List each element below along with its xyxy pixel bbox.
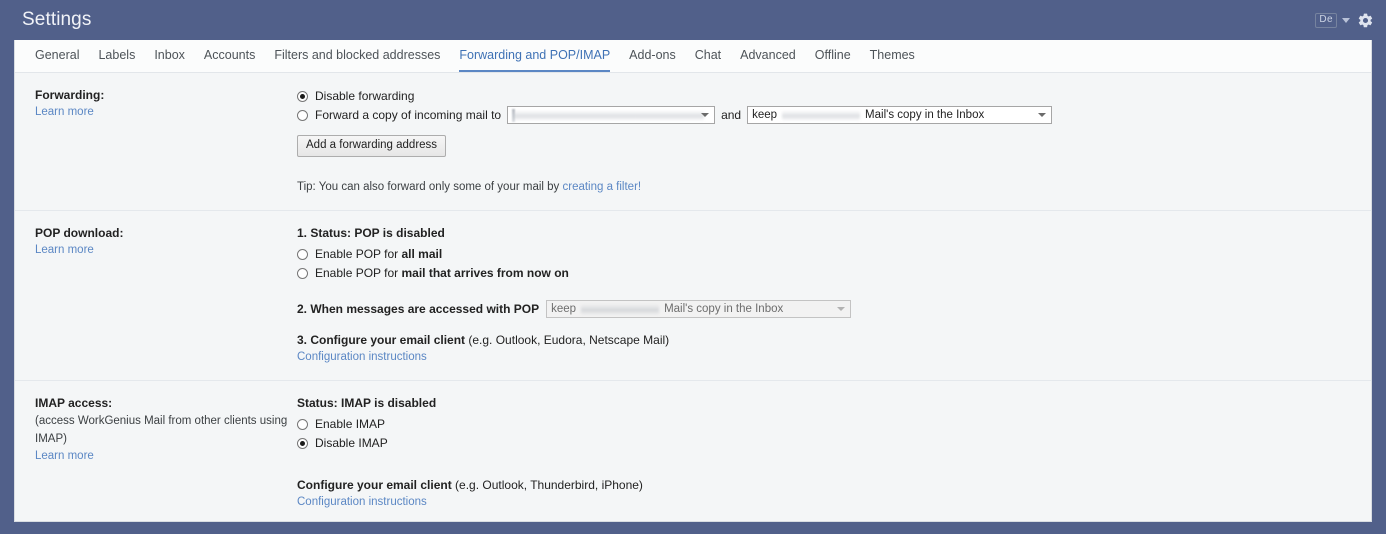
app-header: Settings De xyxy=(0,0,1386,40)
pop-download-section: POP download: Learn more 1. Status: POP … xyxy=(15,211,1371,381)
chevron-down-icon xyxy=(1038,113,1047,117)
forwarding-tip-text: Tip: You can also forward only some of y… xyxy=(297,181,563,193)
forwarding-learn-more-link[interactable]: Learn more xyxy=(35,104,94,121)
radio-disable-forwarding[interactable] xyxy=(297,90,308,102)
and-conjunction: and xyxy=(721,108,742,122)
disable-imap-option[interactable]: Disable IMAP xyxy=(297,434,1351,452)
pop-options-column: 1. Status: POP is disabled Enable POP fo… xyxy=(297,225,1371,366)
pop-label: POP download: xyxy=(35,226,124,240)
radio-disable-imap[interactable] xyxy=(297,437,308,449)
header-actions: De xyxy=(1315,12,1374,29)
forwarding-options-column: Disable forwarding Forward a copy of inc… xyxy=(297,87,1371,196)
chevron-down-icon xyxy=(701,113,710,117)
forwarding-address-value xyxy=(514,109,705,121)
disable-imap-label: Disable IMAP xyxy=(315,436,388,450)
imap-learn-more-link[interactable]: Learn more xyxy=(35,448,94,465)
creating-a-filter-link[interactable]: creating a filter! xyxy=(562,179,641,196)
tab-forwarding-and-pop-imap[interactable]: Forwarding and POP/IMAP xyxy=(459,48,611,72)
enable-imap-label: Enable IMAP xyxy=(315,417,386,431)
settings-tabs: General Labels Inbox Accounts Filters an… xyxy=(15,40,1371,73)
add-forwarding-address-button[interactable]: Add a forwarding address xyxy=(297,135,447,157)
radio-forward-copy[interactable] xyxy=(297,109,308,121)
tab-accounts[interactable]: Accounts xyxy=(204,48,255,72)
pop-label-column: POP download: Learn more xyxy=(15,225,297,366)
enable-pop-from-now-on-option[interactable]: Enable POP for mail that arrives from no… xyxy=(297,264,1351,282)
radio-enable-pop-all-mail[interactable] xyxy=(297,248,308,260)
gear-icon[interactable] xyxy=(1357,12,1374,29)
pop-learn-more-link[interactable]: Learn more xyxy=(35,242,94,259)
imap-label: IMAP access: xyxy=(35,396,113,410)
disable-forwarding-option[interactable]: Disable forwarding xyxy=(297,87,1351,105)
forwarding-label: Forwarding: xyxy=(35,88,105,102)
disable-forwarding-label: Disable forwarding xyxy=(315,89,415,103)
imap-configure-label: Configure your email client (e.g. Outloo… xyxy=(297,478,643,492)
imap-status: Status: IMAP is disabled xyxy=(297,396,437,410)
forwarding-section: Forwarding: Learn more Disable forwardin… xyxy=(15,73,1371,211)
chevron-down-icon xyxy=(837,307,846,311)
keep-copy-suffix: Mail's copy in the Inbox xyxy=(865,109,985,121)
pop-step3-label: 3. Configure your email client (e.g. Out… xyxy=(297,333,670,347)
pop-keep-copy-select[interactable]: keep Mail's copy in the Inbox xyxy=(546,300,852,318)
enable-pop-all-mail-option[interactable]: Enable POP for all mail xyxy=(297,245,1351,263)
language-chip[interactable]: De xyxy=(1315,12,1337,28)
forward-copy-label: Forward a copy of incoming mail to xyxy=(315,108,502,122)
imap-options-column: Status: IMAP is disabled Enable IMAP Dis… xyxy=(297,395,1371,511)
radio-enable-imap[interactable] xyxy=(297,418,308,430)
pop-keep-suffix: Mail's copy in the Inbox xyxy=(664,303,784,315)
keep-copy-select[interactable]: keep Mail's copy in the Inbox xyxy=(747,106,1053,124)
pop-step2-label: 2. When messages are accessed with POP xyxy=(297,301,540,316)
tab-offline[interactable]: Offline xyxy=(815,48,851,72)
imap-note: (access WorkGenius Mail from other clien… xyxy=(35,415,288,445)
tab-add-ons[interactable]: Add-ons xyxy=(629,48,676,72)
tab-labels[interactable]: Labels xyxy=(98,48,135,72)
settings-panel: General Labels Inbox Accounts Filters an… xyxy=(14,40,1372,522)
chevron-down-icon[interactable] xyxy=(1342,17,1350,23)
tab-inbox[interactable]: Inbox xyxy=(154,48,185,72)
enable-imap-option[interactable]: Enable IMAP xyxy=(297,415,1351,433)
forwarding-address-select[interactable] xyxy=(507,106,716,124)
pop-keep-brand xyxy=(581,303,660,315)
imap-access-section: IMAP access: (access WorkGenius Mail fro… xyxy=(15,381,1371,521)
forward-copy-option[interactable]: Forward a copy of incoming mail to and k… xyxy=(297,106,1351,124)
forwarding-label-column: Forwarding: Learn more xyxy=(15,87,297,196)
tab-general[interactable]: General xyxy=(35,48,79,72)
pop-access-behavior-row: 2. When messages are accessed with POP k… xyxy=(297,300,1351,318)
pop-status: 1. Status: POP is disabled xyxy=(297,226,445,240)
enable-pop-all-mail-label: Enable POP for all mail xyxy=(315,247,443,261)
pop-keep-prefix: keep xyxy=(551,303,577,315)
tab-advanced[interactable]: Advanced xyxy=(740,48,796,72)
keep-copy-prefix: keep xyxy=(752,109,778,121)
tab-chat[interactable]: Chat xyxy=(695,48,721,72)
imap-configuration-instructions-link[interactable]: Configuration instructions xyxy=(297,494,427,511)
page-title: Settings xyxy=(22,9,92,30)
tab-themes[interactable]: Themes xyxy=(870,48,915,72)
pop-configuration-instructions-link[interactable]: Configuration instructions xyxy=(297,349,427,366)
forwarding-tip: Tip: You can also forward only some of y… xyxy=(297,179,1351,196)
radio-enable-pop-from-now-on[interactable] xyxy=(297,267,308,279)
tab-filters-and-blocked-addresses[interactable]: Filters and blocked addresses xyxy=(274,48,440,72)
enable-pop-from-now-on-label: Enable POP for mail that arrives from no… xyxy=(315,266,569,280)
keep-copy-brand xyxy=(782,109,861,121)
imap-label-column: IMAP access: (access WorkGenius Mail fro… xyxy=(15,395,297,511)
